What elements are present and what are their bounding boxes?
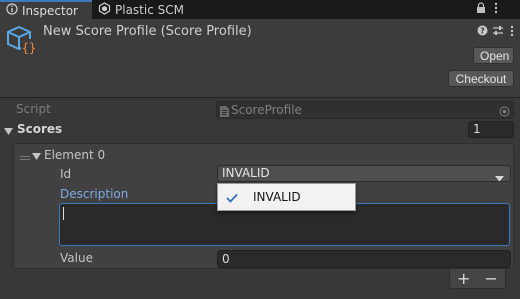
info-icon — [6, 3, 18, 18]
script-file-icon — [220, 105, 229, 121]
checkmark-icon — [226, 192, 238, 206]
remove-element-button[interactable]: − — [485, 269, 498, 288]
tab-inspector[interactable]: Inspector — [0, 0, 92, 19]
presets-icon[interactable] — [492, 25, 504, 39]
tab-bar-actions — [476, 0, 498, 19]
scores-size-field[interactable]: 1 — [468, 121, 514, 138]
value-field[interactable]: 0 — [217, 250, 511, 268]
script-field: ScoreProfile — [216, 101, 514, 119]
svg-text:?: ? — [480, 27, 485, 36]
lock-icon[interactable] — [476, 2, 486, 17]
element-label[interactable]: Element 0 — [44, 148, 105, 162]
score-profile-asset-icon: {} — [6, 25, 38, 60]
script-field-value: ScoreProfile — [231, 103, 302, 117]
open-button[interactable]: Open — [473, 47, 514, 64]
dropdown-option-label: INVALID — [253, 190, 301, 204]
svg-text:{}: {} — [22, 41, 36, 55]
tab-menu-icon[interactable] — [494, 2, 498, 17]
add-element-button[interactable]: + — [457, 269, 470, 288]
help-icon[interactable]: ? — [477, 25, 488, 39]
object-title: New Score Profile (Score Profile) — [43, 24, 252, 39]
drag-handle-icon[interactable] — [20, 150, 30, 164]
element-foldout-arrow-icon[interactable] — [32, 150, 41, 164]
value-label: Value — [60, 251, 93, 265]
chevron-down-icon — [495, 171, 504, 186]
tab-inspector-label: Inspector — [22, 3, 78, 18]
tab-plastic-scm-label: Plastic SCM — [115, 2, 184, 17]
id-dropdown-value: INVALID — [222, 166, 270, 180]
list-footer: + − — [449, 269, 506, 289]
id-dropdown-popup: INVALID — [217, 183, 356, 211]
header-divider — [0, 97, 520, 98]
context-menu-icon[interactable] — [510, 25, 514, 40]
scores-label[interactable]: Scores — [17, 122, 62, 136]
text-caret — [63, 207, 64, 220]
id-dropdown[interactable]: INVALID — [217, 165, 511, 182]
id-label: Id — [60, 167, 72, 181]
dropdown-option-invalid[interactable]: INVALID — [218, 184, 355, 210]
description-label: Description — [60, 187, 129, 201]
checkout-button[interactable]: Checkout — [448, 70, 514, 87]
tab-plastic-scm[interactable]: Plastic SCM — [92, 0, 212, 19]
object-picker-icon[interactable] — [499, 105, 510, 121]
plastic-scm-icon — [98, 1, 111, 18]
script-label: Script — [16, 102, 51, 116]
scores-foldout-arrow-icon[interactable] — [4, 125, 13, 139]
